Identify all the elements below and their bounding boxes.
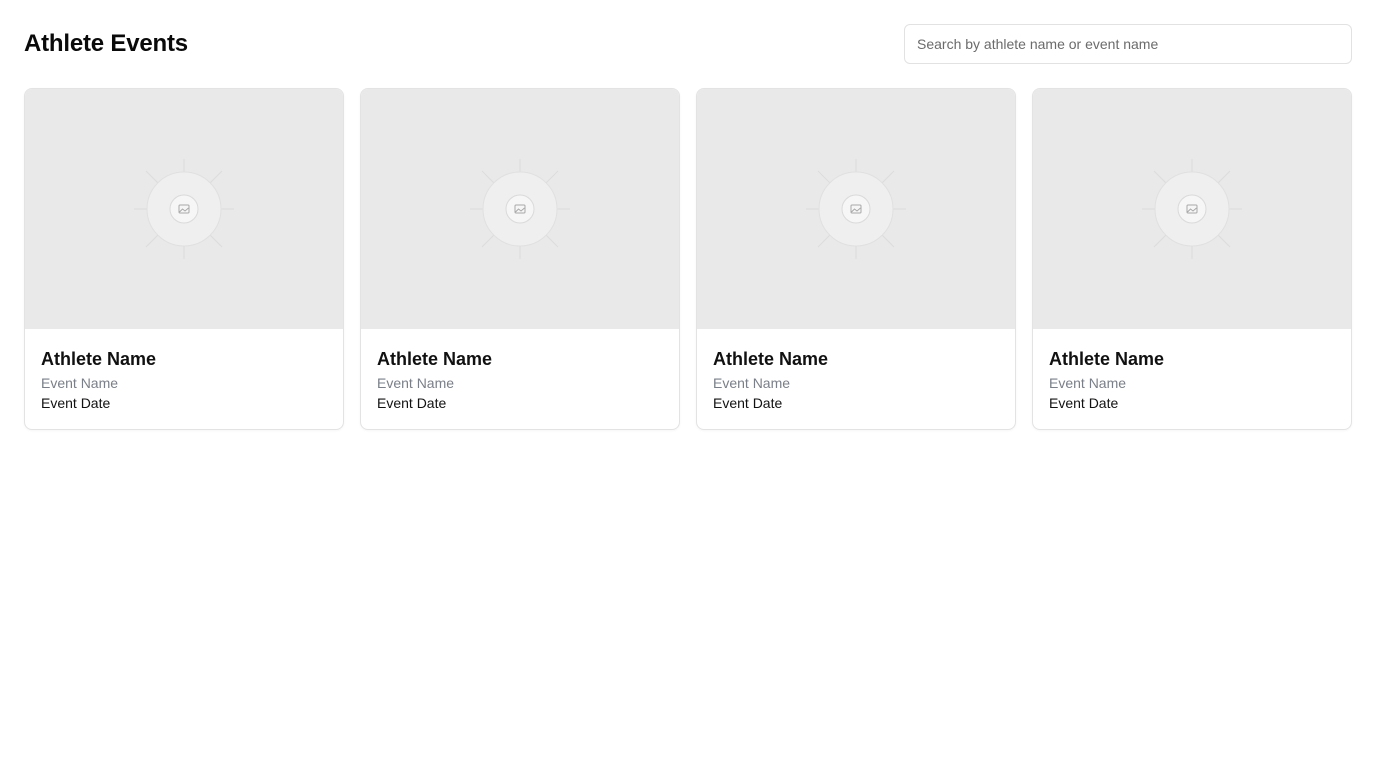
card-body: Athlete Name Event Name Event Date	[1033, 329, 1351, 429]
athlete-name: Athlete Name	[713, 349, 829, 369]
event-date: Event Date	[713, 395, 783, 411]
search-input[interactable]	[904, 24, 1352, 64]
event-name: Event Name	[713, 375, 791, 391]
event-card[interactable]: Athlete Name Event Name Event Date	[696, 88, 1016, 430]
event-card[interactable]: Athlete Name Event Name Event Date	[1032, 88, 1352, 430]
card-image	[25, 89, 343, 329]
header: Athlete Events	[24, 24, 1352, 64]
event-name: Event Name	[1049, 375, 1127, 391]
card-image	[697, 89, 1015, 329]
image-placeholder-icon	[806, 159, 906, 259]
page: Athlete Events Ath	[0, 0, 1376, 768]
event-date: Event Date	[1049, 395, 1119, 411]
event-card[interactable]: Athlete Name Event Name Event Date	[24, 88, 344, 430]
event-name: Event Name	[41, 375, 119, 391]
event-date: Event Date	[41, 395, 111, 411]
event-card[interactable]: Athlete Name Event Name Event Date	[360, 88, 680, 430]
card-body: Athlete Name Event Name Event Date	[697, 329, 1015, 429]
athlete-name: Athlete Name	[41, 349, 157, 369]
event-name: Event Name	[377, 375, 455, 391]
card-body: Athlete Name Event Name Event Date	[361, 329, 679, 429]
page-title: Athlete Events	[24, 30, 188, 57]
image-placeholder-icon	[134, 159, 234, 259]
athlete-name: Athlete Name	[1049, 349, 1165, 369]
image-placeholder-icon	[1142, 159, 1242, 259]
card-image	[1033, 89, 1351, 329]
card-grid: Athlete Name Event Name Event Date Athle…	[24, 88, 1352, 430]
athlete-name: Athlete Name	[377, 349, 493, 369]
event-date: Event Date	[377, 395, 447, 411]
image-placeholder-icon	[470, 159, 570, 259]
card-body: Athlete Name Event Name Event Date	[25, 329, 343, 429]
card-image	[361, 89, 679, 329]
